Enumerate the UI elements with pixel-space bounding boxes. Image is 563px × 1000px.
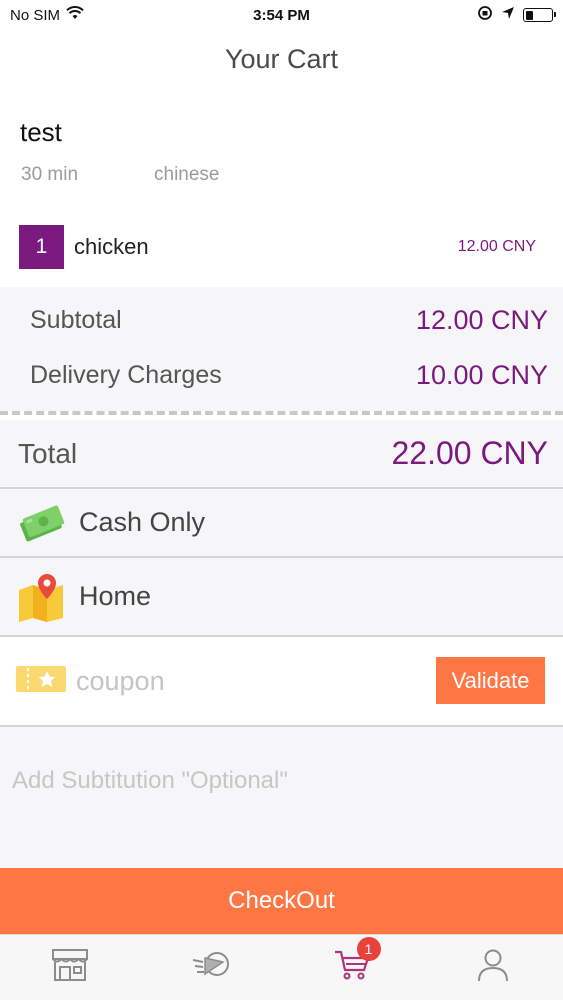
delivery-charges-row: Delivery Charges 10.00 CNY bbox=[30, 360, 548, 391]
coupon-input[interactable] bbox=[76, 665, 416, 697]
delivery-charges-label: Delivery Charges bbox=[30, 361, 222, 389]
status-right bbox=[477, 5, 556, 25]
delivery-time: 30 min bbox=[21, 164, 79, 185]
coupon-row: Validate bbox=[0, 637, 563, 725]
tab-delivery[interactable] bbox=[141, 935, 282, 1000]
status-left: No SIM bbox=[10, 6, 84, 24]
validate-coupon-button[interactable]: Validate bbox=[436, 657, 545, 704]
cuisine-label: chinese bbox=[154, 164, 220, 185]
cash-icon bbox=[17, 498, 67, 548]
restaurant-name: test bbox=[20, 117, 62, 147]
address-label: Home bbox=[79, 581, 152, 611]
substitution-area bbox=[0, 727, 563, 868]
subtotal-row: Subtotal 12.00 CNY bbox=[30, 305, 548, 336]
battery-level bbox=[525, 10, 533, 20]
subtotal-label: Subtotal bbox=[30, 306, 122, 334]
checkout-button[interactable]: CheckOut bbox=[0, 868, 563, 934]
cart-item-row[interactable]: 1 chicken 12.00 CNY bbox=[19, 225, 544, 269]
dashed-divider bbox=[0, 411, 563, 415]
payment-method-row[interactable]: Cash Only bbox=[0, 489, 563, 556]
subtotal-value: 12.00 CNY bbox=[415, 305, 548, 335]
item-price: 12.00 CNY bbox=[457, 238, 536, 255]
map-pin-icon bbox=[17, 572, 67, 622]
order-summary: Subtotal 12.00 CNY Delivery Charges 10.0… bbox=[0, 287, 563, 411]
coupon-ticket-icon bbox=[16, 664, 66, 699]
carrier-label: No SIM bbox=[10, 6, 61, 24]
profile-icon bbox=[477, 948, 509, 987]
total-label: Total bbox=[18, 437, 78, 469]
payment-method-label: Cash Only bbox=[79, 507, 206, 537]
status-bar: No SIM 3:54 PM bbox=[0, 0, 563, 30]
substitution-input[interactable] bbox=[12, 767, 542, 795]
location-arrow-icon bbox=[501, 6, 515, 24]
tab-bar: 1 bbox=[0, 934, 563, 1000]
tab-store[interactable] bbox=[0, 935, 141, 1000]
cart-badge: 1 bbox=[356, 937, 381, 961]
orientation-lock-icon bbox=[477, 5, 493, 25]
delivery-charges-value: 10.00 CNY bbox=[415, 360, 548, 390]
item-quantity[interactable]: 1 bbox=[19, 225, 64, 269]
tab-cart[interactable]: 1 bbox=[282, 935, 423, 1000]
store-icon bbox=[50, 947, 90, 988]
restaurant-meta: 30 min chinese bbox=[21, 164, 220, 186]
tab-profile[interactable] bbox=[422, 935, 563, 1000]
page-title: Your Cart bbox=[224, 44, 339, 74]
total-row: Total 22.00 CNY bbox=[0, 420, 563, 487]
battery-icon bbox=[523, 8, 556, 22]
item-name: chicken bbox=[74, 234, 149, 259]
total-value: 22.00 CNY bbox=[391, 435, 548, 471]
address-row[interactable]: Home bbox=[0, 558, 563, 635]
delivery-icon bbox=[191, 948, 231, 987]
wifi-icon bbox=[66, 6, 84, 24]
